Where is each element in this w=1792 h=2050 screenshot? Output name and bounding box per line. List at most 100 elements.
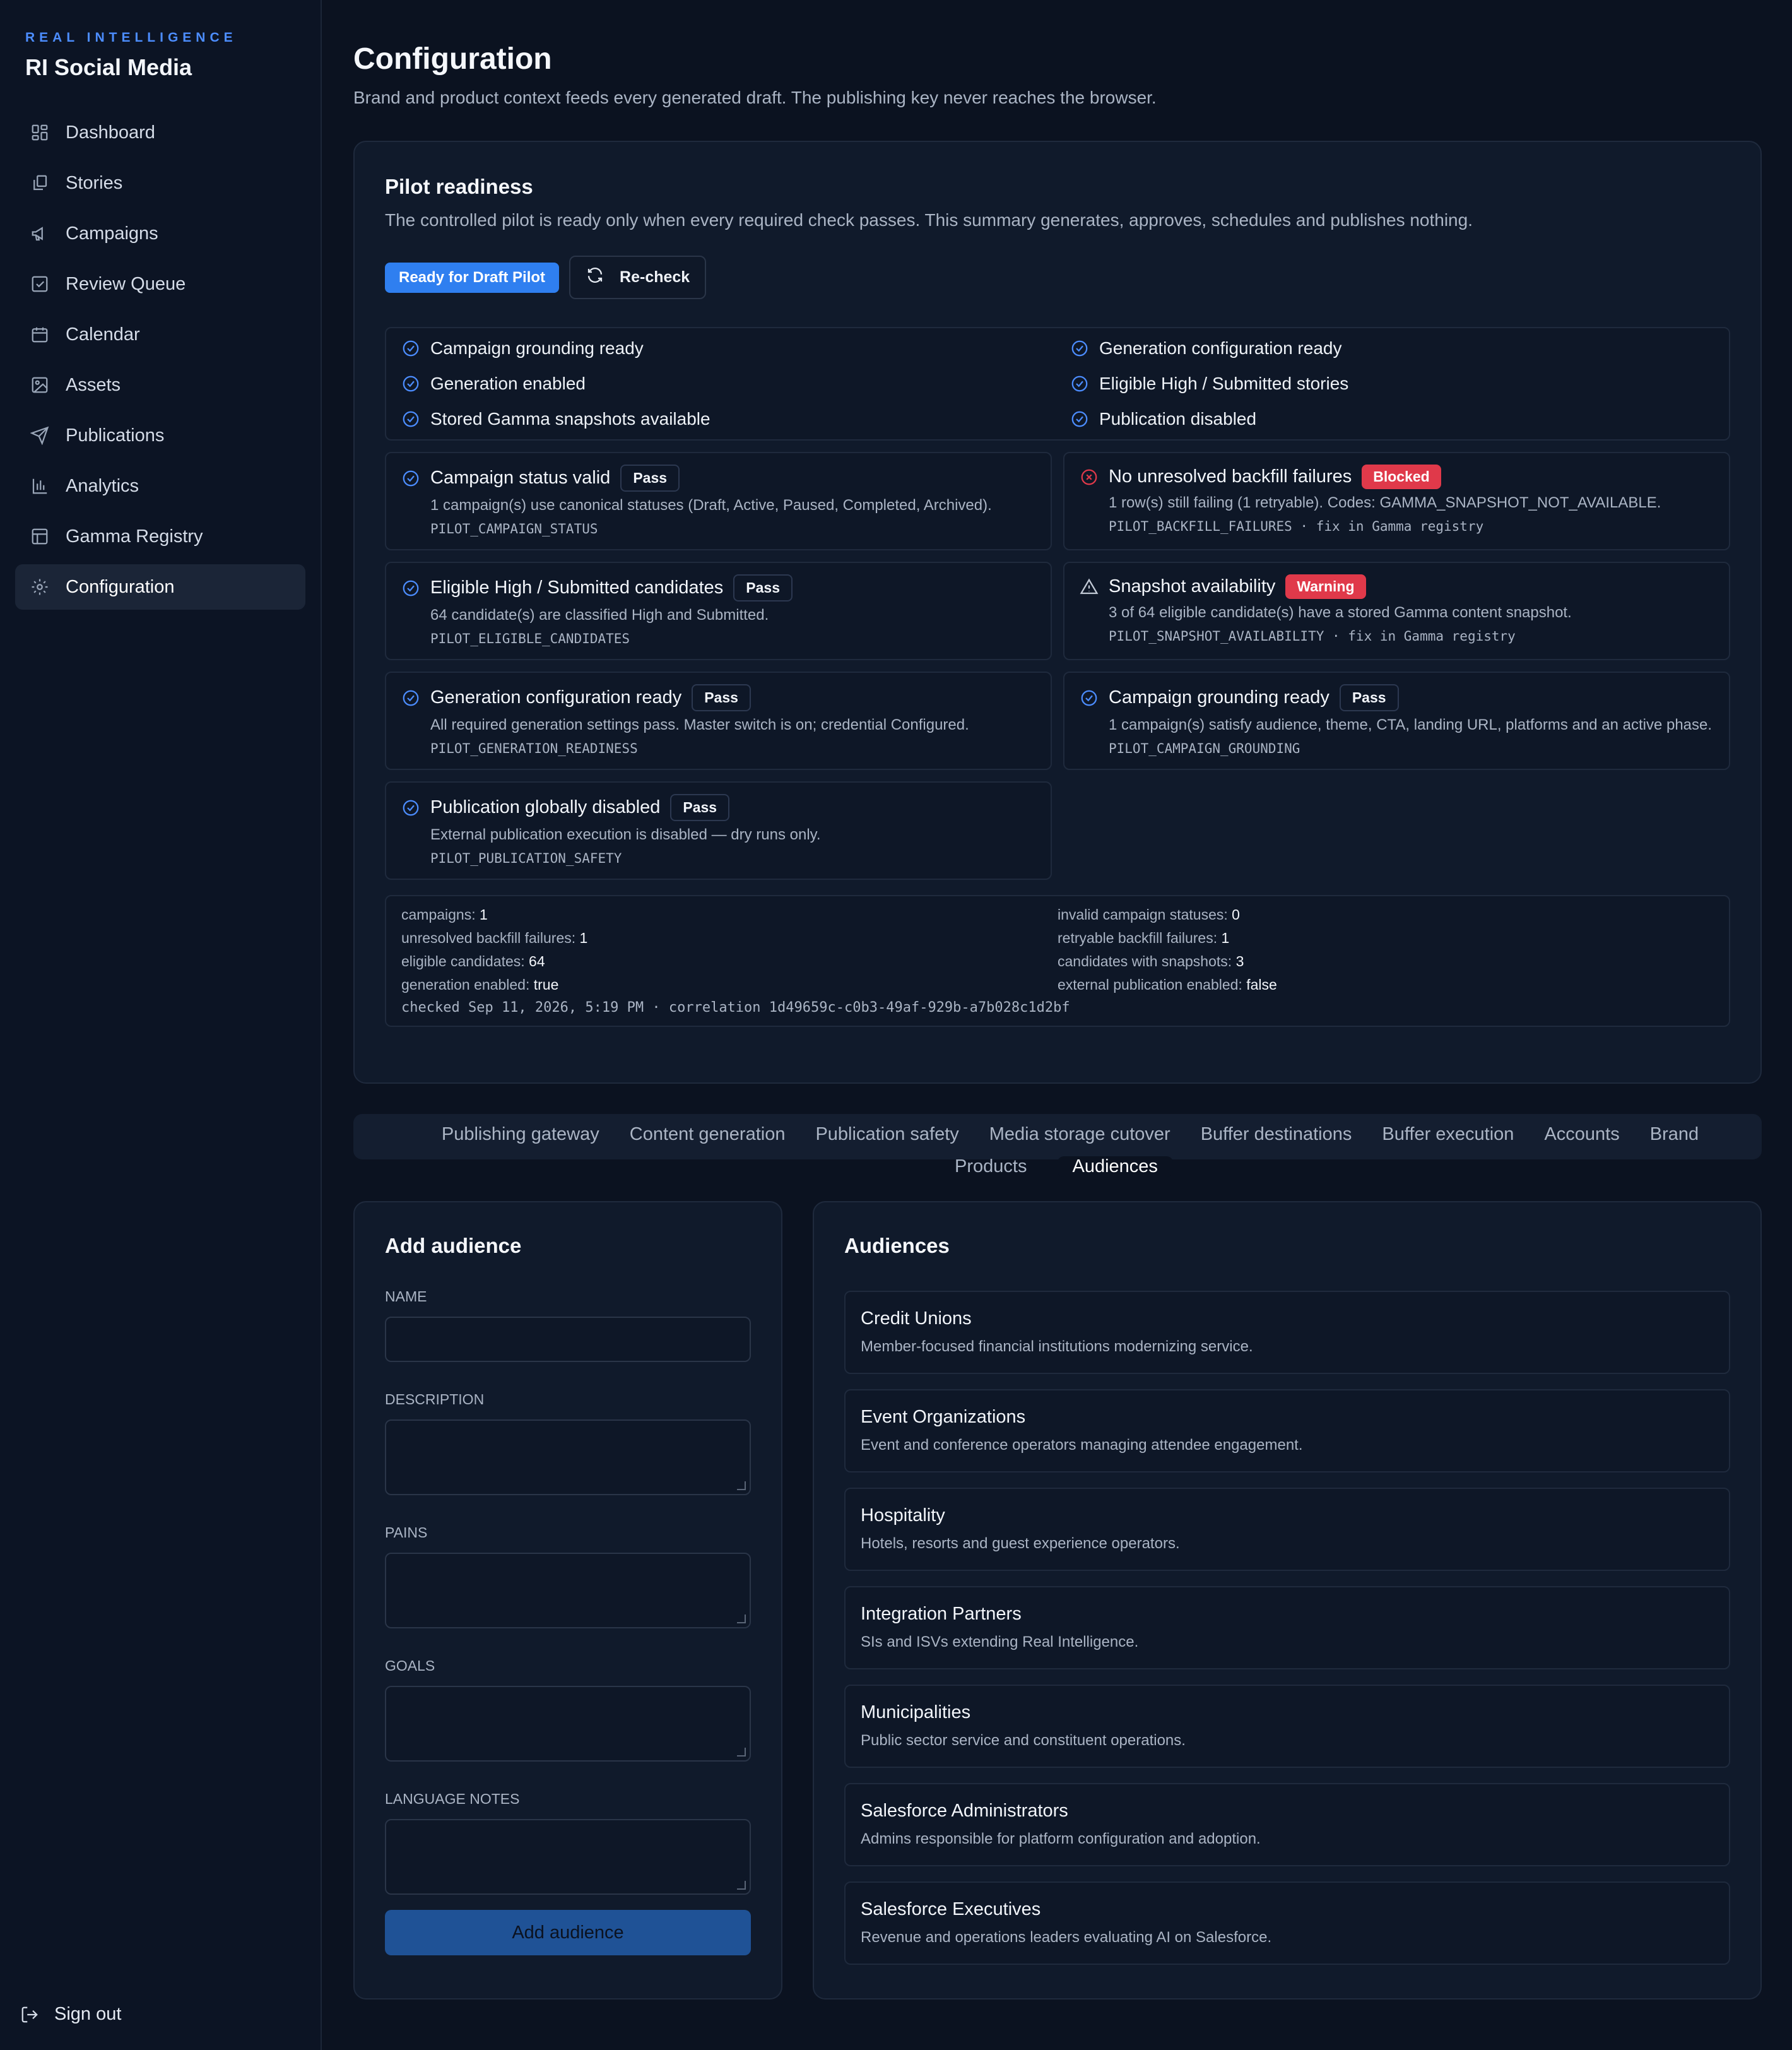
- recheck-label: Re-check: [620, 268, 690, 286]
- page-subtitle: Brand and product context feeds every ge…: [353, 88, 1157, 107]
- checklist-label: Publication disabled: [1099, 409, 1257, 429]
- check-circle-icon: [1070, 339, 1089, 358]
- check-timestamp: checked Sep 11, 2026, 5:19 PM · correlat…: [401, 1000, 1070, 1016]
- sidebar-item-label: Campaigns: [66, 223, 158, 244]
- readiness-subtitle: The controlled pilot is ready only when …: [385, 210, 1473, 230]
- sign-out-label: Sign out: [54, 2004, 122, 2024]
- tab-accounts[interactable]: Accounts: [1544, 1124, 1619, 1145]
- tab-brand[interactable]: Brand: [1650, 1124, 1699, 1145]
- status-badge: Warning: [1285, 574, 1366, 599]
- recheck-button[interactable]: Re-check: [569, 256, 707, 299]
- status-badge: Pass: [1339, 684, 1399, 711]
- check-title: Snapshot availability: [1109, 576, 1276, 596]
- sidebar-item-stories[interactable]: Stories: [15, 160, 305, 206]
- sidebar-item-campaigns[interactable]: Campaigns: [15, 211, 305, 256]
- check-description: 1 campaign(s) use canonical statuses (Dr…: [430, 497, 992, 514]
- check-circle-icon: [401, 798, 420, 817]
- checklist-item: Eligible High / Submitted stories: [1070, 372, 1714, 395]
- language-notes-field[interactable]: [385, 1819, 751, 1895]
- sidebar: REAL INTELLIGENCE RI Social Media Dashbo…: [0, 0, 322, 2050]
- list-item[interactable]: Integration Partners SIs and ISVs extendi…: [844, 1586, 1730, 1669]
- list-item[interactable]: Event Organizations Event and conference …: [844, 1389, 1730, 1472]
- list-item[interactable]: Municipalities Public sector service and …: [844, 1685, 1730, 1768]
- checklist-label: Stored Gamma snapshots available: [430, 409, 710, 429]
- dashboard-icon: [30, 123, 49, 142]
- sidebar-item-gamma-registry[interactable]: Gamma Registry: [15, 514, 305, 559]
- audiences-list-card: Audiences Credit Unions Member-focused fi…: [813, 1201, 1762, 2000]
- sidebar-item-configuration[interactable]: Configuration: [15, 564, 305, 610]
- list-item[interactable]: Credit Unions Member-focused financial in…: [844, 1291, 1730, 1374]
- metric: unresolved backfill failures: 1: [401, 930, 588, 946]
- tab-buffer-execution[interactable]: Buffer execution: [1382, 1124, 1514, 1145]
- audience-name: Integration Partners: [861, 1604, 1022, 1624]
- tab-products[interactable]: Products: [955, 1156, 1027, 1177]
- check-code: PILOT_CAMPAIGN_STATUS: [430, 521, 598, 536]
- language-notes-label: LANGUAGE NOTES: [385, 1791, 520, 1807]
- check-code: PILOT_SNAPSHOT_AVAILABILITY · fix in Gam…: [1109, 629, 1516, 644]
- table-icon: [30, 527, 49, 546]
- name-label: NAME: [385, 1288, 427, 1305]
- metric: external publication enabled: false: [1058, 976, 1277, 993]
- check-title: Generation configuration ready: [430, 687, 682, 708]
- tab-media-storage-cutover[interactable]: Media storage cutover: [989, 1124, 1170, 1145]
- sidebar-item-calendar[interactable]: Calendar: [15, 312, 305, 357]
- sidebar-item-analytics[interactable]: Analytics: [15, 463, 305, 509]
- sidebar-item-label: Publications: [66, 425, 165, 446]
- sidebar-item-label: Review Queue: [66, 273, 186, 294]
- send-icon: [30, 426, 49, 445]
- settings-tabs: Publishing gateway Content generation Pu…: [353, 1114, 1762, 1177]
- status-badge: Ready for Draft Pilot: [385, 262, 560, 293]
- brand-kicker: REAL INTELLIGENCE: [25, 30, 237, 45]
- sidebar-item-label: Analytics: [66, 475, 139, 496]
- add-audience-button[interactable]: Add audience: [385, 1910, 751, 1955]
- check-card: Campaign grounding ready Pass 1 campaign(…: [1063, 672, 1730, 770]
- readiness-title: Pilot readiness: [385, 175, 533, 198]
- check-code: PILOT_CAMPAIGN_GROUNDING: [1109, 741, 1300, 756]
- calendar-icon: [30, 325, 49, 344]
- check-card: Eligible High / Submitted candidates Pass…: [385, 562, 1052, 660]
- check-title: Publication globally disabled: [430, 797, 661, 817]
- tab-content-generation[interactable]: Content generation: [630, 1124, 786, 1145]
- pains-label: PAINS: [385, 1524, 428, 1541]
- tab-publishing-gateway[interactable]: Publishing gateway: [442, 1124, 599, 1145]
- check-description: External publication execution is disabl…: [430, 826, 821, 843]
- check-title: Campaign grounding ready: [1109, 687, 1329, 708]
- list-item[interactable]: Salesforce Administrators Admins responsi…: [844, 1783, 1730, 1866]
- refresh-icon: [586, 266, 604, 289]
- audience-description: Hotels, resorts and guest experience ope…: [861, 1535, 1180, 1552]
- description-field[interactable]: [385, 1419, 751, 1495]
- tab-buffer-destinations[interactable]: Buffer destinations: [1201, 1124, 1352, 1145]
- status-badge: Pass: [670, 794, 730, 821]
- sidebar-nav: Dashboard Stories Campaigns Review Queue…: [15, 110, 305, 610]
- check-circle-icon: [1080, 689, 1099, 708]
- checklist-item: Campaign grounding ready: [401, 337, 1045, 360]
- check-circle-icon: [401, 339, 420, 358]
- goals-field[interactable]: [385, 1686, 751, 1762]
- tab-publication-safety[interactable]: Publication safety: [815, 1124, 958, 1145]
- readiness-metrics: campaigns: 1 invalid campaign statuses: …: [385, 895, 1730, 1027]
- sidebar-item-publications[interactable]: Publications: [15, 413, 305, 458]
- readiness-checklist: Campaign grounding ready Generation conf…: [385, 327, 1730, 441]
- x-circle-icon: [1080, 468, 1099, 487]
- checkbox-icon: [30, 275, 49, 293]
- tab-audiences[interactable]: Audiences: [1057, 1156, 1173, 1177]
- check-code: PILOT_GENERATION_READINESS: [430, 741, 638, 756]
- list-item[interactable]: Salesforce Executives Revenue and operati…: [844, 1881, 1730, 1965]
- check-code: PILOT_BACKFILL_FAILURES · fix in Gamma r…: [1109, 519, 1484, 534]
- metric: retryable backfill failures: 1: [1058, 930, 1230, 946]
- checklist-label: Generation configuration ready: [1099, 338, 1342, 358]
- sidebar-item-review-queue[interactable]: Review Queue: [15, 261, 305, 307]
- list-item[interactable]: Hospitality Hotels, resorts and guest exp…: [844, 1488, 1730, 1571]
- sign-out-button[interactable]: Sign out: [20, 2004, 121, 2025]
- checklist-item: Publication disabled: [1070, 408, 1714, 430]
- gear-icon: [30, 578, 49, 596]
- check-card: Publication globally disabled Pass Extern…: [385, 781, 1052, 880]
- name-field[interactable]: [385, 1317, 751, 1362]
- sidebar-item-dashboard[interactable]: Dashboard: [15, 110, 305, 155]
- sidebar-item-assets[interactable]: Assets: [15, 362, 305, 408]
- pains-field[interactable]: [385, 1553, 751, 1628]
- sidebar-item-label: Gamma Registry: [66, 526, 203, 547]
- description-label: DESCRIPTION: [385, 1391, 485, 1407]
- status-badge: Blocked: [1362, 465, 1441, 489]
- audience-name: Event Organizations: [861, 1407, 1026, 1427]
